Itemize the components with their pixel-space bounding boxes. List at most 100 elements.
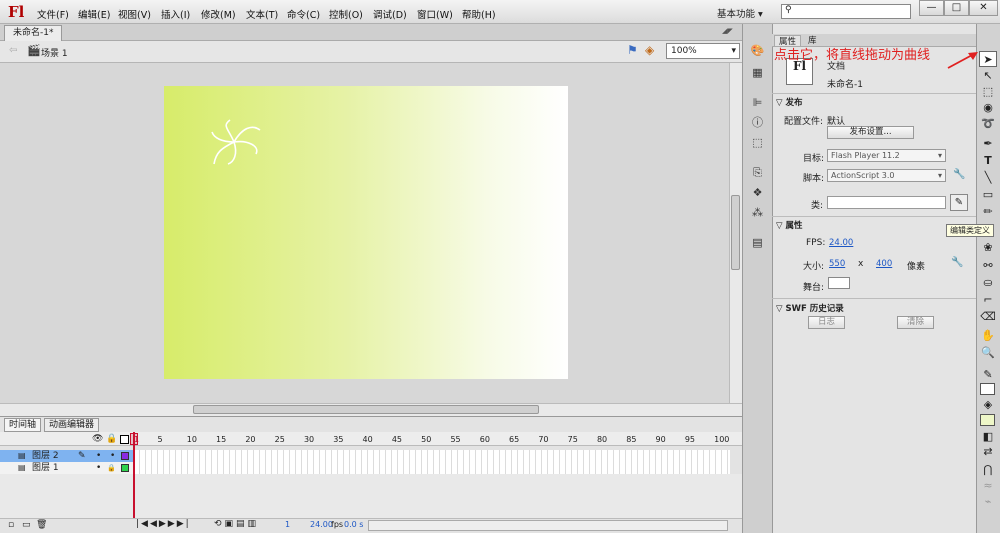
layer-2-frames[interactable]	[134, 450, 730, 462]
lasso-icon[interactable]: ➰	[979, 116, 997, 132]
snap-magnet-icon[interactable]: ⋂	[979, 462, 997, 478]
menu-window[interactable]: 窗口(W)	[417, 7, 453, 21]
playhead-handle[interactable]	[130, 433, 138, 445]
new-layer-icon[interactable]: ▫	[8, 520, 14, 530]
layer-1-frames[interactable]	[134, 462, 730, 474]
text-icon[interactable]: T	[979, 153, 997, 169]
menu-view[interactable]: 视图(V)	[118, 7, 151, 21]
eye-icon[interactable]: 👁	[92, 434, 103, 444]
wrench-icon[interactable]: 🔧	[951, 257, 963, 268]
3d-rotation-icon[interactable]: ◉	[979, 100, 997, 116]
visible-dot[interactable]: •	[96, 462, 101, 474]
vertical-scroll-thumb[interactable]	[731, 195, 740, 270]
line-icon[interactable]: ╲	[979, 170, 997, 186]
menu-file[interactable]: 文件(F)	[37, 7, 69, 21]
pencil-icon[interactable]: ✏	[979, 204, 997, 220]
layer-row-1[interactable]: ▤ 图层 1 • 🔒	[0, 462, 134, 474]
menu-help[interactable]: 帮助(H)	[462, 7, 496, 21]
info-panel-icon[interactable]: ⓘ	[750, 116, 765, 130]
outline-icon[interactable]	[120, 435, 129, 444]
edit-symbol-icon[interactable]: ◈	[645, 43, 654, 57]
width-value[interactable]: 550	[829, 259, 845, 269]
clear-button[interactable]: 清除	[897, 316, 934, 329]
eyedropper-icon[interactable]: ⌐	[979, 292, 997, 308]
white-curve-drawing[interactable]	[208, 118, 264, 168]
edit-class-pencil-icon[interactable]: ✎	[950, 194, 968, 211]
black-white-icon[interactable]: ◧	[979, 429, 997, 445]
fill-color-icon[interactable]	[980, 414, 995, 426]
hand-icon[interactable]: ✋	[979, 328, 997, 344]
color-panel-icon[interactable]: 🎨	[750, 44, 765, 58]
edit-scene-icon[interactable]: ⚑	[627, 43, 638, 57]
collapse-icon[interactable]: ◢◤	[722, 27, 733, 35]
back-arrow-icon[interactable]: ⇦	[9, 45, 17, 56]
horizontal-scroll-thumb[interactable]	[193, 405, 539, 414]
target-select[interactable]: Flash Player 11.2 ▾	[827, 149, 946, 162]
properties-section-header[interactable]: ▽ 属性	[776, 219, 803, 231]
menu-commands[interactable]: 命令(C)	[287, 7, 320, 21]
visible-dot[interactable]: •	[96, 450, 101, 462]
menu-debug[interactable]: 调试(D)	[373, 7, 407, 21]
code-snippets-icon[interactable]: ⎘	[750, 166, 765, 180]
stroke-color-icon[interactable]	[980, 383, 995, 395]
lock-icon[interactable]: 🔒	[106, 434, 117, 444]
smooth-icon[interactable]: ≈	[979, 478, 997, 494]
new-folder-icon[interactable]: ▭	[22, 520, 31, 530]
swap-colors-icon[interactable]: ⇄	[979, 444, 997, 460]
motion-presets-icon[interactable]: ⁂	[750, 206, 765, 220]
help-search-input[interactable]: ⚲	[781, 4, 911, 19]
free-transform-icon[interactable]: ⬚	[979, 84, 997, 100]
minimize-button[interactable]: —	[919, 0, 944, 16]
stage-color-swatch[interactable]	[828, 277, 850, 289]
selection-tool-icon[interactable]: ➤	[979, 51, 997, 67]
menu-edit[interactable]: 编辑(E)	[78, 7, 110, 21]
menu-modify[interactable]: 修改(M)	[201, 7, 236, 21]
layer-color-swatch[interactable]	[121, 464, 129, 472]
zoom-icon[interactable]: 🔍	[979, 345, 997, 361]
layer-row-2[interactable]: ▤ 图层 2 ✎ • •	[0, 450, 134, 462]
log-button[interactable]: 日志	[808, 316, 845, 329]
menu-insert[interactable]: 插入(I)	[161, 7, 190, 21]
playback-controls[interactable]: |◀◀▶▶▶|	[136, 519, 191, 529]
delete-layer-icon[interactable]: 🗑	[36, 520, 47, 530]
onion-skin-controls[interactable]: ⟲▣▤▥	[214, 519, 259, 529]
rectangle-icon[interactable]: ▭	[979, 187, 997, 203]
tab-motion-editor[interactable]: 动画编辑器	[44, 418, 100, 432]
maximize-button[interactable]: □	[944, 0, 969, 16]
stage-canvas[interactable]	[164, 86, 568, 379]
deco-icon[interactable]: ❀	[979, 240, 997, 256]
menu-text[interactable]: 文本(T)	[246, 7, 278, 21]
straighten-icon[interactable]: ⌁	[979, 494, 997, 510]
swatches-panel-icon[interactable]: ▦	[750, 66, 765, 80]
publish-section-header[interactable]: ▽ 发布	[776, 96, 803, 108]
frame-rate[interactable]: 24.00	[310, 520, 333, 529]
document-tab[interactable]: 未命名-1*	[4, 25, 63, 41]
layer-color-swatch[interactable]	[121, 452, 129, 460]
pen-icon[interactable]: ✒	[979, 136, 997, 152]
playhead[interactable]	[133, 432, 135, 520]
align-panel-icon[interactable]: ⊫	[750, 96, 765, 110]
scene-panel-icon[interactable]: ▤	[750, 236, 765, 250]
timeline-hscrollbar[interactable]	[368, 520, 728, 531]
height-value[interactable]: 400	[876, 259, 892, 269]
class-input[interactable]	[827, 196, 946, 209]
close-button[interactable]: ✕	[969, 0, 998, 16]
tab-timeline[interactable]: 时间轴	[4, 418, 42, 432]
lock-icon[interactable]: 🔒	[107, 462, 116, 474]
zoom-select[interactable]: 100% ▾	[666, 43, 740, 59]
bone-icon[interactable]: ⚯	[979, 258, 997, 274]
subselection-tool-icon[interactable]: ↖	[979, 68, 997, 84]
swf-history-section-header[interactable]: ▽ SWF 历史记录	[776, 302, 844, 314]
components-icon[interactable]: ❖	[750, 186, 765, 200]
workspace-switcher[interactable]: 基本功能 ▾	[717, 6, 763, 20]
fps-value[interactable]: 24.00	[829, 238, 853, 248]
paint-bucket-icon[interactable]: ⛀	[979, 275, 997, 291]
menu-control[interactable]: 控制(O)	[329, 7, 363, 21]
transform-panel-icon[interactable]: ⬚	[750, 136, 765, 150]
publish-settings-button[interactable]: 发布设置...	[827, 126, 914, 139]
current-frame[interactable]: 1	[285, 520, 290, 529]
eraser-icon[interactable]: ⌫	[979, 309, 997, 325]
script-select[interactable]: ActionScript 3.0 ▾	[827, 169, 946, 182]
lock-dot[interactable]: •	[110, 450, 115, 462]
wrench-icon[interactable]: 🔧	[953, 169, 965, 180]
